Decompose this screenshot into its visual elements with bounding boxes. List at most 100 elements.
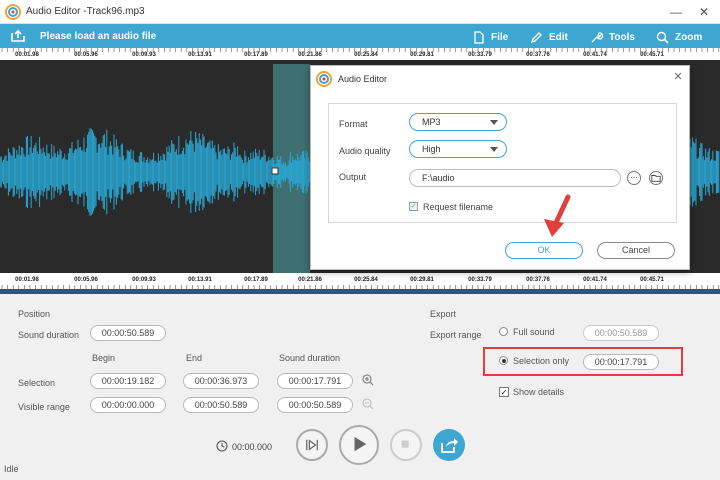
app-logo-icon <box>5 4 21 20</box>
ruler-tick-label: 00:13.91 <box>188 52 212 58</box>
visible-end-field[interactable]: 00:00:50.589 <box>183 397 259 413</box>
wrench-icon <box>591 31 603 42</box>
ruler-tick-label: 00:33.79 <box>468 277 492 283</box>
cancel-button[interactable]: Cancel <box>597 242 675 259</box>
ruler-tick-label: 00:37.76 <box>526 277 550 283</box>
show-details-checkbox[interactable]: ✓ <box>499 387 509 397</box>
col-end-header: End <box>186 353 203 363</box>
export-button[interactable] <box>433 429 465 461</box>
ruler-tick-label: 00:41.74 <box>583 52 607 58</box>
share-export-icon <box>441 438 458 453</box>
ruler-tick-label: 00:17.89 <box>244 52 268 58</box>
load-file-icon[interactable] <box>10 29 26 43</box>
title-bar: Audio Editor -Track96.mp3 — ✕ <box>0 0 720 24</box>
ruler-tick-label: 00:01.98 <box>15 277 39 283</box>
visible-begin-field[interactable]: 00:00:00.000 <box>90 397 166 413</box>
pencil-icon <box>530 31 542 43</box>
timeline-ruler-bottom[interactable]: 00:01.98 00:05.96 00:09.93 00:13.91 00:1… <box>0 273 720 289</box>
play-icon <box>354 436 367 452</box>
ruler-tick-label: 00:13.91 <box>188 277 212 283</box>
ok-button[interactable]: OK <box>505 242 583 259</box>
menu-zoom[interactable]: Zoom <box>656 29 702 45</box>
export-section-label: Export <box>430 309 457 319</box>
window-title: Audio Editor -Track96.mp3 <box>26 6 145 17</box>
ruler-tick-label: 00:09.93 <box>132 52 156 58</box>
format-select[interactable]: MP3 <box>409 113 507 131</box>
request-filename-checkbox[interactable]: ✓ <box>409 202 418 211</box>
stop-button[interactable] <box>390 429 422 461</box>
dialog-close-button[interactable]: ✕ <box>671 70 685 84</box>
export-range-label: Export range <box>430 330 482 340</box>
minimize-button[interactable]: — <box>666 2 686 22</box>
selection-handle[interactable] <box>271 167 279 175</box>
sound-duration-field: 00:00:50.589 <box>90 325 166 341</box>
output-label: Output <box>339 172 367 182</box>
visible-duration-field[interactable]: 00:00:50.589 <box>277 397 353 413</box>
play-selection-icon <box>306 439 318 451</box>
position-section-label: Position <box>18 309 51 319</box>
play-button[interactable] <box>339 425 379 465</box>
ruler-tick-label: 00:17.89 <box>244 277 268 283</box>
ruler-tick-label: 00:29.81 <box>410 52 434 58</box>
col-begin-header: Begin <box>92 353 116 363</box>
play-selection-button[interactable] <box>296 429 328 461</box>
stop-icon <box>401 440 409 448</box>
export-settings-dialog: Audio Editor ✕ Format MP3 Audio quality … <box>310 65 690 270</box>
selection-end-field[interactable]: 00:00:36.973 <box>183 373 259 389</box>
ruler-tick-label: 00:21.86 <box>298 277 322 283</box>
browse-button[interactable]: ⋯ <box>627 171 641 185</box>
audio-quality-select[interactable]: High <box>409 140 507 158</box>
visible-range-label: Visible range <box>18 402 70 412</box>
file-icon <box>474 30 484 44</box>
full-sound-duration-field: 00:00:50.589 <box>583 325 659 341</box>
dialog-logo-icon <box>316 71 332 87</box>
clock-icon <box>216 440 228 452</box>
dialog-title: Audio Editor <box>338 74 388 84</box>
playback-time: 00:00.000 <box>232 442 273 452</box>
full-sound-radio[interactable] <box>499 327 508 336</box>
dialog-settings-panel: Format MP3 Audio quality High Output F:\… <box>328 103 677 223</box>
output-path-input[interactable]: F:\audio <box>409 169 621 187</box>
ruler-tick-label: 00:21.86 <box>298 52 322 58</box>
col-sound-duration-header: Sound duration <box>279 353 341 363</box>
status-bar <box>0 466 720 480</box>
ruler-tick-label: 00:37.76 <box>526 52 550 58</box>
ruler-tick-label: 00:09.93 <box>132 277 156 283</box>
zoom-in-icon[interactable] <box>362 374 374 386</box>
status-text: Idle <box>4 464 19 474</box>
load-audio-label[interactable]: Please load an audio file <box>40 31 156 42</box>
audio-quality-label: Audio quality <box>339 146 391 156</box>
timeline-ruler-top[interactable]: 00:01.98 00:05.96 00:09.93 00:13.91 00:1… <box>0 48 720 64</box>
menu-edit[interactable]: Edit <box>530 29 568 45</box>
format-label: Format <box>339 119 368 129</box>
ruler-tick-label: 00:25.84 <box>354 52 378 58</box>
ruler-tick-label: 00:05.96 <box>74 277 98 283</box>
request-filename-label: Request filename <box>423 202 494 212</box>
chevron-down-icon <box>490 147 498 152</box>
open-folder-button[interactable] <box>649 171 663 185</box>
selection-only-duration-field: 00:00:17.791 <box>583 354 659 370</box>
annotation-arrow-icon <box>544 194 571 237</box>
ruler-tick-label: 00:05.96 <box>74 52 98 58</box>
ruler-tick-label: 00:01.98 <box>15 52 39 58</box>
show-details-label: Show details <box>513 387 565 397</box>
toolbar: Please load an audio file File Edit Tool… <box>0 24 720 48</box>
menu-file[interactable]: File <box>472 29 508 45</box>
folder-icon <box>651 175 661 182</box>
close-window-button[interactable]: ✕ <box>694 2 714 22</box>
selection-only-radio[interactable] <box>499 356 508 365</box>
ruler-tick-label: 00:29.81 <box>410 277 434 283</box>
ruler-tick-label: 00:25.84 <box>354 277 378 283</box>
full-sound-label: Full sound <box>513 327 555 337</box>
menu-tools[interactable]: Tools <box>590 29 635 45</box>
ruler-tick-label: 00:45.71 <box>640 52 664 58</box>
ruler-tick-label: 00:45.71 <box>640 277 664 283</box>
selection-only-label: Selection only <box>513 356 570 366</box>
sound-duration-label: Sound duration <box>18 330 80 340</box>
selection-duration-field[interactable]: 00:00:17.791 <box>277 373 353 389</box>
ruler-tick-label: 00:41.74 <box>583 277 607 283</box>
selection-begin-field[interactable]: 00:00:19.182 <box>90 373 166 389</box>
zoom-out-icon[interactable] <box>362 398 374 410</box>
chevron-down-icon <box>490 120 498 125</box>
ruler-tick-label: 00:33.79 <box>468 52 492 58</box>
